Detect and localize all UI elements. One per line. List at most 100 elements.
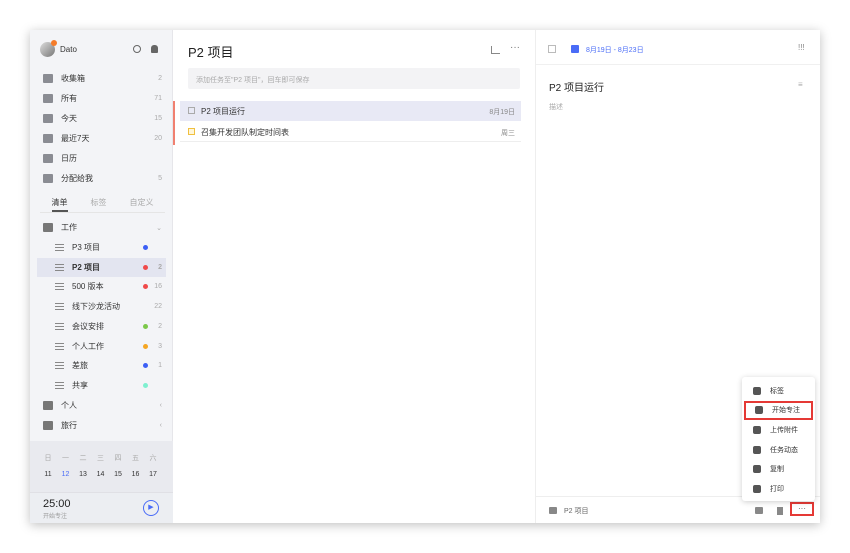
calendar-day[interactable]: 17: [145, 471, 161, 478]
folder-item[interactable]: 个人 ‹: [37, 396, 166, 415]
attachment-icon: [753, 425, 761, 434]
markdown-icon[interactable]: ≡: [798, 80, 803, 89]
calendar-icon: [43, 154, 53, 163]
folder-item[interactable]: 旅行 ‹: [37, 416, 166, 435]
add-task-input[interactable]: 添加任务至"P2 项目"，回车即可保存: [188, 68, 520, 89]
search-icon[interactable]: [133, 45, 141, 53]
sidebar-item[interactable]: 所有 71: [37, 89, 166, 108]
page-title: P2 项目: [188, 45, 234, 60]
menu-item-copy[interactable]: 复制: [744, 460, 813, 479]
list-item[interactable]: P3 项目: [37, 238, 166, 257]
item-count: 2: [158, 263, 162, 271]
chevron-left-icon[interactable]: ‹: [160, 402, 162, 409]
tab-custom[interactable]: 自定义: [130, 194, 154, 212]
calendar-day[interactable]: 16: [128, 471, 144, 478]
detail-title[interactable]: P2 项目运行: [549, 79, 604, 94]
sidebar-item[interactable]: 收集箱 2: [37, 69, 166, 88]
list-name[interactable]: P2 项目: [564, 506, 589, 516]
app-window: Dato 收集箱 2 所有 71 今天 15 最近7天 20 日历 分配给我 5 清单 标签 自定义…: [30, 30, 820, 523]
history-icon: [753, 445, 761, 454]
list-item[interactable]: P2 项目 2: [37, 257, 166, 277]
menu-item-label: 任务动态: [770, 446, 798, 454]
menu-item-focus[interactable]: 开始专注: [744, 400, 813, 420]
list-item[interactable]: 共享: [37, 376, 166, 395]
list-item[interactable]: 线下沙龙活动 22: [37, 297, 166, 316]
edit-icon[interactable]: [491, 46, 500, 54]
folder-item[interactable]: 工作 ⌄: [37, 218, 166, 237]
trash-icon[interactable]: [777, 507, 783, 515]
detail-checkbox[interactable]: [548, 45, 556, 53]
task-date: 周三: [501, 130, 515, 137]
comment-icon[interactable]: [755, 507, 763, 514]
print-icon: [753, 485, 761, 493]
list-icon: [55, 362, 64, 370]
menu-item-print[interactable]: 打印: [744, 480, 813, 499]
checkbox[interactable]: [188, 107, 195, 114]
calendar-day[interactable]: 15: [110, 471, 126, 478]
tab-tags[interactable]: 标签: [91, 194, 107, 212]
weekday-label: 三: [97, 455, 104, 462]
task-list-panel: P2 项目 ··· 添加任务至"P2 项目"，回车即可保存 P2 项目运行 8月…: [173, 30, 536, 523]
drag-indicator: [173, 101, 175, 145]
play-button[interactable]: ▶: [143, 500, 159, 516]
weekday-label: 二: [79, 455, 87, 462]
item-count: 3: [158, 342, 162, 350]
inbox-icon: [43, 74, 53, 83]
date-range[interactable]: 8月19日 - 8月23日: [586, 45, 644, 55]
sidebar-item[interactable]: 分配给我 5: [37, 169, 166, 188]
priority-icon[interactable]: !!!: [798, 43, 805, 52]
timer-time: 25:00: [43, 498, 71, 510]
sidebar: Dato 收集箱 2 所有 71 今天 15 最近7天 20 日历 分配给我 5 清单 标签 自定义…: [30, 30, 173, 523]
calendar-day[interactable]: 12: [58, 471, 74, 478]
list-item[interactable]: 个人工作 3: [37, 337, 166, 356]
list-label: 个人工作: [72, 341, 104, 351]
calendar-day[interactable]: 14: [93, 471, 109, 478]
list-label: 会议安排: [72, 321, 104, 331]
sidebar-item[interactable]: 日历: [37, 149, 166, 168]
menu-item-label: 开始专注: [772, 407, 800, 415]
item-count: 5: [158, 175, 162, 182]
avatar[interactable]: [40, 40, 57, 57]
calendar-day[interactable]: 13: [75, 471, 91, 478]
menu-item-tag[interactable]: 标签: [744, 381, 813, 400]
color-dot: [143, 304, 148, 309]
sidebar-item[interactable]: 今天 15: [37, 109, 166, 128]
user-name[interactable]: Dato: [60, 45, 77, 54]
color-dot: [143, 323, 148, 329]
menu-item-attachment[interactable]: 上传附件: [744, 420, 813, 439]
folder-label: 旅行: [61, 420, 77, 430]
tab-lists[interactable]: 清单: [51, 194, 68, 212]
calendar-day[interactable]: 11: [40, 471, 56, 478]
sidebar-tabs: 清单 标签 自定义: [40, 194, 165, 213]
task-row[interactable]: 召集开发团队制定时间表 周三: [180, 122, 521, 142]
list-item[interactable]: 500 版本 16: [37, 277, 166, 296]
sidebar-item-label: 最近7天: [61, 134, 90, 143]
list-icon: [55, 263, 64, 271]
list-icon: [549, 507, 557, 514]
sidebar-item-label: 日历: [61, 154, 77, 163]
item-count: 16: [154, 283, 162, 291]
divider: [536, 64, 820, 65]
item-count: 22: [154, 303, 162, 311]
sidebar-item-label: 今天: [61, 114, 77, 123]
menu-item-label: 标签: [770, 387, 784, 395]
weekday-label: 五: [132, 455, 139, 462]
checkbox[interactable]: [188, 128, 195, 135]
list-item[interactable]: 差旅 1: [37, 356, 166, 375]
bell-icon[interactable]: [151, 45, 158, 53]
folder-label: 工作: [61, 223, 77, 232]
chevron-left-icon[interactable]: ‹: [160, 422, 162, 429]
more-icon[interactable]: ···: [510, 42, 520, 53]
color-dot: [143, 382, 148, 388]
task-row[interactable]: P2 项目运行 8月19日: [180, 101, 521, 121]
list-icon: [55, 303, 64, 311]
sidebar-item[interactable]: 最近7天 20: [37, 129, 166, 148]
description-input[interactable]: 描述: [549, 102, 563, 112]
week-icon: [43, 134, 53, 143]
menu-item-history[interactable]: 任务动态: [744, 440, 813, 459]
chevron-down-icon[interactable]: ⌄: [156, 224, 162, 232]
list-label: P2 项目: [72, 262, 101, 272]
list-item[interactable]: 会议安排 2: [37, 317, 166, 336]
more-button[interactable]: ···: [790, 502, 814, 516]
list-icon: [55, 283, 64, 291]
